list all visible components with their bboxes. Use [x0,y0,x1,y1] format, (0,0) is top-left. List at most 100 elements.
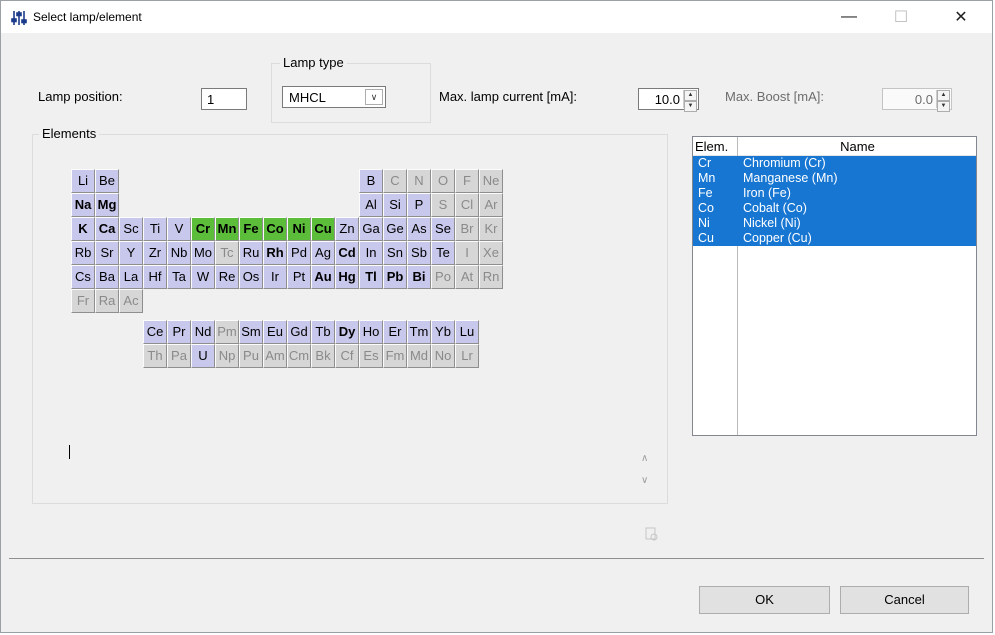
element-ra-button: Ra [95,289,119,313]
element-u-button[interactable]: U [191,344,215,369]
element-sm-button[interactable]: Sm [239,320,263,345]
element-pr-button[interactable]: Pr [167,320,191,345]
element-cr-button[interactable]: Cr [191,217,215,241]
elements-scrollbar[interactable]: ∧ ∨ [638,453,654,501]
element-ba-button[interactable]: Ba [95,265,119,289]
close-button[interactable]: ✕ [938,1,984,33]
element-tb-button[interactable]: Tb [311,320,335,345]
element-mn-button[interactable]: Mn [215,217,239,241]
element-nd-button[interactable]: Nd [191,320,215,345]
ok-button[interactable]: OK [699,586,830,614]
element-cd-button[interactable]: Cd [335,241,359,265]
list-item[interactable]: Cu Copper (Cu) [693,231,976,246]
spin-up-icon[interactable]: ▲ [684,90,697,101]
list-item[interactable]: Cr Chromium (Cr) [693,156,976,171]
element-tm-button[interactable]: Tm [407,320,431,345]
list-item[interactable]: Mn Manganese (Mn) [693,171,976,186]
element-ir-button[interactable]: Ir [263,265,287,289]
element-sr-button[interactable]: Sr [95,241,119,265]
element-yb-button[interactable]: Yb [431,320,455,345]
element-hg-button[interactable]: Hg [335,265,359,289]
element-as-button[interactable]: As [407,217,431,241]
element-be-button[interactable]: Be [95,169,119,193]
list-item[interactable]: Co Cobalt (Co) [693,201,976,216]
element-lu-button[interactable]: Lu [455,320,479,345]
element-er-button[interactable]: Er [383,320,407,345]
element-te-button[interactable]: Te [431,241,455,265]
element-li-button[interactable]: Li [71,169,95,193]
element-na-button[interactable]: Na [71,193,95,217]
element-os-button[interactable]: Os [239,265,263,289]
selected-elements-list[interactable]: Elem. Name Cr Chromium (Cr) Mn Manganese (M… [692,136,977,436]
element-hf-button[interactable]: Hf [143,265,167,289]
element-ce-button[interactable]: Ce [143,320,167,345]
element-ru-button[interactable]: Ru [239,241,263,265]
scroll-up-icon[interactable]: ∧ [641,453,648,464]
element-al-button[interactable]: Al [359,193,383,217]
element-fe-button[interactable]: Fe [239,217,263,241]
element-gd-button[interactable]: Gd [287,320,311,345]
list-item-name: Manganese (Mn) [743,171,838,185]
element-se-button[interactable]: Se [431,217,455,241]
element-w-button[interactable]: W [191,265,215,289]
element-zn-button[interactable]: Zn [335,217,359,241]
max-current-value: 10.0 [654,92,680,107]
scroll-down-icon[interactable]: ∨ [641,475,648,486]
element-p-button[interactable]: P [407,193,431,217]
element-si-button[interactable]: Si [383,193,407,217]
element-mg-button[interactable]: Mg [95,193,119,217]
column-header-name[interactable]: Name [739,139,976,154]
lamp-position-input[interactable]: 1 [201,88,247,110]
element-eu-button[interactable]: Eu [263,320,287,345]
element-cs-button[interactable]: Cs [71,265,95,289]
element-in-button[interactable]: In [359,241,383,265]
element-kr-button: Kr [479,217,503,241]
max-current-spinner[interactable]: 10.0 ▲ ▼ [638,88,699,112]
element-la-button[interactable]: La [119,265,143,289]
chevron-down-icon[interactable]: ∨ [365,89,383,105]
element-cu-button[interactable]: Cu [311,217,335,241]
element-at-button: At [455,265,479,289]
column-header-elem[interactable]: Elem. [695,139,728,154]
element-zr-button[interactable]: Zr [143,241,167,265]
dialog-window: Select lamp/element — ☐ ✕ Lamp position:… [0,0,993,633]
element-ca-button[interactable]: Ca [95,217,119,241]
lamp-type-select[interactable]: MHCL ∨ [282,86,386,108]
element-mo-button[interactable]: Mo [191,241,215,265]
element-ta-button[interactable]: Ta [167,265,191,289]
list-rows: Cr Chromium (Cr) Mn Manganese (Mn) Fe Iron (F… [693,156,976,246]
element-k-button[interactable]: K [71,217,95,241]
element-v-button[interactable]: V [167,217,191,241]
element-pb-button[interactable]: Pb [383,265,407,289]
element-sc-button[interactable]: Sc [119,217,143,241]
element-pt-button[interactable]: Pt [287,265,311,289]
cancel-button[interactable]: Cancel [840,586,969,614]
element-rh-button[interactable]: Rh [263,241,287,265]
element-ga-button[interactable]: Ga [359,217,383,241]
element-pd-button[interactable]: Pd [287,241,311,265]
element-ti-button[interactable]: Ti [143,217,167,241]
element-bk-button: Bk [311,344,335,369]
element-co-button[interactable]: Co [263,217,287,241]
element-dy-button[interactable]: Dy [335,320,359,345]
minimize-button[interactable]: — [826,1,872,33]
element-au-button[interactable]: Au [311,265,335,289]
element-y-button[interactable]: Y [119,241,143,265]
element-nb-button[interactable]: Nb [167,241,191,265]
list-item-elem: Co [698,201,714,215]
list-item[interactable]: Fe Iron (Fe) [693,186,976,201]
element-sb-button[interactable]: Sb [407,241,431,265]
element-sn-button[interactable]: Sn [383,241,407,265]
element-ag-button[interactable]: Ag [311,241,335,265]
element-rb-button[interactable]: Rb [71,241,95,265]
spin-down-icon[interactable]: ▼ [684,101,697,112]
element-bi-button[interactable]: Bi [407,265,431,289]
element-ni-button[interactable]: Ni [287,217,311,241]
title-bar[interactable]: Select lamp/element — ☐ ✕ [1,1,992,33]
element-b-button[interactable]: B [359,169,383,193]
list-item[interactable]: Ni Nickel (Ni) [693,216,976,231]
element-ge-button[interactable]: Ge [383,217,407,241]
element-tl-button[interactable]: Tl [359,265,383,289]
element-ho-button[interactable]: Ho [359,320,383,345]
element-re-button[interactable]: Re [215,265,239,289]
